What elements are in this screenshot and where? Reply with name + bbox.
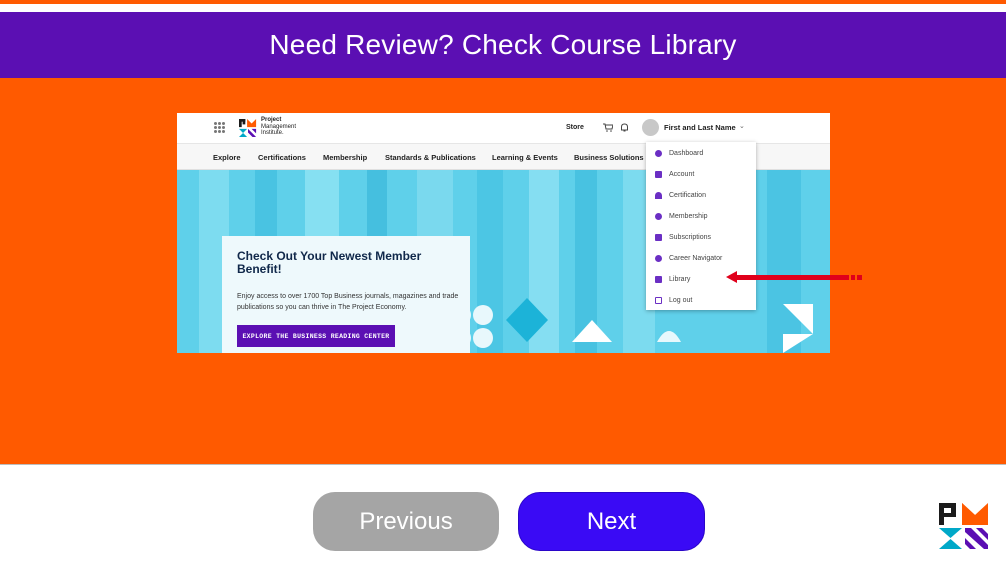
person-icon	[655, 170, 662, 178]
nav-item-explore[interactable]: Explore	[213, 153, 241, 162]
top-white-strip	[0, 4, 1006, 12]
nav-item-certifications[interactable]: Certifications	[258, 153, 306, 162]
menu-item-career-navigator[interactable]: Career Navigator	[655, 252, 722, 264]
slide-stage: Need Review? Check Course Library Projec…	[0, 0, 1006, 564]
pmi-wordmark: Project Management Institute.	[261, 117, 297, 136]
user-name-menu[interactable]: First and Last Name	[664, 123, 736, 132]
nav-item-learning[interactable]: Learning & Events	[492, 153, 558, 162]
embedded-screenshot: Project Management Institute. Store Firs…	[177, 113, 830, 353]
next-button[interactable]: Next	[518, 492, 705, 551]
menu-item-account[interactable]: Account	[655, 168, 694, 180]
pointer-arrow-icon	[736, 275, 849, 280]
nav-item-business[interactable]: Business Solutions	[574, 153, 644, 162]
chevron-down-icon[interactable]: ⌄	[739, 122, 745, 130]
menu-item-certification[interactable]: Certification	[655, 189, 706, 201]
slide-title: Need Review? Check Course Library	[269, 29, 737, 60]
hero-pattern	[451, 298, 813, 353]
explore-reading-center-button[interactable]: EXPLORE THE BUSINESS READING CENTER	[237, 325, 395, 347]
menu-item-membership[interactable]: Membership	[655, 210, 708, 222]
user-dropdown-menu: Dashboard Account Certification Membersh…	[646, 142, 756, 310]
pointer-arrow-tail	[857, 275, 862, 280]
pointer-arrow-tail	[851, 275, 855, 280]
pmi-logo-icon	[239, 119, 257, 137]
menu-item-subscriptions[interactable]: Subscriptions	[655, 231, 711, 243]
hero-body: Enjoy access to over 1700 Top Business j…	[237, 293, 459, 311]
hero-title: Check Out Your Newest Member Benefit!	[237, 249, 422, 276]
nav-item-membership[interactable]: Membership	[323, 153, 367, 162]
title-bar: Need Review? Check Course Library	[0, 12, 1006, 78]
footer-divider	[0, 464, 1006, 465]
dashboard-icon	[655, 149, 662, 157]
cart-icon[interactable]	[603, 123, 613, 132]
ribbon-icon	[655, 191, 662, 199]
previous-button[interactable]: Previous	[313, 492, 499, 551]
book-icon	[655, 275, 662, 283]
bell-icon[interactable]	[620, 123, 629, 132]
avatar[interactable]	[642, 119, 659, 136]
site-header: Project Management Institute. Store Firs…	[177, 113, 830, 144]
menu-item-dashboard[interactable]: Dashboard	[655, 147, 703, 159]
subscriptions-icon	[655, 233, 662, 241]
menu-item-logout[interactable]: Log out	[655, 294, 692, 306]
compass-icon	[655, 254, 662, 262]
apps-grid-icon	[214, 122, 225, 133]
hero-card: Check Out Your Newest Member Benefit! En…	[222, 236, 470, 353]
store-link[interactable]: Store	[566, 124, 584, 131]
nav-item-standards[interactable]: Standards & Publications	[385, 153, 476, 162]
logout-icon	[655, 296, 662, 304]
menu-item-library[interactable]: Library	[655, 273, 690, 285]
membership-icon	[655, 212, 662, 220]
pmi-logo-icon	[939, 503, 988, 549]
